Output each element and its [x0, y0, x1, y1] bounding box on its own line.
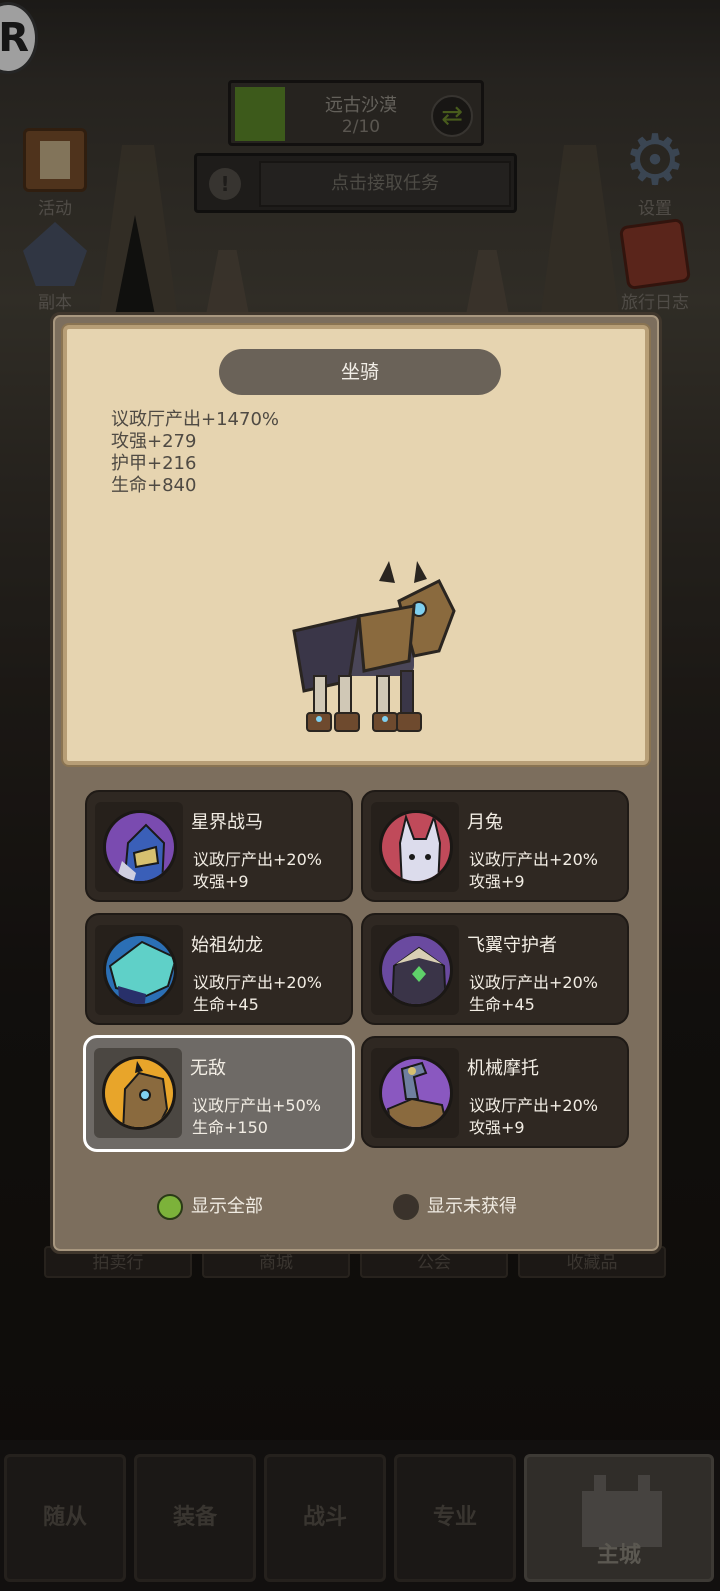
mount-bonus-2: 攻强+9 [193, 872, 249, 891]
mount-bonus-1: 议政厅产出+20% [469, 850, 598, 869]
winged-guardian-icon [382, 936, 450, 1004]
mount-bonus-1: 议政厅产出+20% [193, 973, 322, 992]
mount-avatar-frame [94, 1048, 182, 1138]
mount-name: 飞翼守护者 [467, 935, 557, 956]
mount-card[interactable]: 机械摩托 议政厅产出+20% 攻强+9 [361, 1036, 629, 1148]
moon-rabbit-icon [382, 813, 450, 881]
mount-bonus-2: 生命+150 [192, 1118, 268, 1137]
mount-avatar-frame [371, 802, 459, 892]
mount-card[interactable]: 始祖幼龙 议政厅产出+20% 生命+45 [85, 913, 353, 1025]
filter-label: 显示全部 [191, 1196, 263, 1217]
total-stats: 议政厅产出+1470% 攻强+279 护甲+216 生命+840 [111, 409, 279, 497]
mount-name: 星界战马 [191, 812, 263, 833]
proto-drake-icon [106, 936, 174, 1004]
filter-show-unowned[interactable]: 显示未获得 [393, 1193, 517, 1221]
mount-bonus-2: 生命+45 [193, 995, 259, 1014]
stat-line: 护甲+216 [111, 453, 197, 474]
stat-line: 生命+840 [111, 475, 197, 496]
mount-bonus-1: 议政厅产出+20% [193, 850, 322, 869]
mount-bonus-1: 议政厅产出+20% [469, 1096, 598, 1115]
mount-bonus-1: 议政厅产出+20% [469, 973, 598, 992]
mount-avatar-frame [371, 925, 459, 1015]
mount-bonus-2: 攻强+9 [469, 872, 525, 891]
mount-bonus-2: 生命+45 [469, 995, 535, 1014]
mount-avatar-frame [95, 925, 183, 1015]
mount-avatar [379, 933, 453, 1007]
modal-title: 坐骑 [219, 349, 501, 395]
mount-avatar [379, 810, 453, 884]
mount-bonus-2: 攻强+9 [469, 1118, 525, 1137]
stat-line: 议政厅产出+1470% [111, 409, 279, 430]
mount-avatar-frame [95, 802, 183, 892]
mount-bonus-1: 议政厅产出+50% [192, 1096, 321, 1115]
mount-name: 机械摩托 [467, 1058, 539, 1079]
mount-avatar [379, 1056, 453, 1130]
mount-name: 始祖幼龙 [191, 935, 263, 956]
astral-horse-icon [106, 813, 174, 881]
radio-on-icon [157, 1194, 183, 1220]
mount-modal: 坐骑 议政厅产出+1470% 攻强+279 护甲+216 生命+840 星界战马… [50, 312, 662, 1254]
mechano-hog-icon [382, 1059, 450, 1127]
radio-off-icon [393, 1194, 419, 1220]
mount-name: 无敌 [190, 1058, 226, 1079]
armored-horse-image [292, 561, 456, 732]
mount-card[interactable]: 飞翼守护者 议政厅产出+20% 生命+45 [361, 913, 629, 1025]
mount-name: 月兔 [467, 812, 503, 833]
mount-avatar-frame [371, 1048, 459, 1138]
mount-avatar [103, 810, 177, 884]
mount-card-selected[interactable]: 无敌 议政厅产出+50% 生命+150 [83, 1035, 355, 1152]
invincible-icon [105, 1059, 173, 1127]
mount-preview-panel: 坐骑 议政厅产出+1470% 攻强+279 护甲+216 生命+840 [63, 325, 649, 765]
filter-show-all[interactable]: 显示全部 [157, 1193, 263, 1221]
mount-card[interactable]: 月兔 议政厅产出+20% 攻强+9 [361, 790, 629, 902]
mount-avatar [102, 1056, 176, 1130]
stat-line: 攻强+279 [111, 431, 197, 452]
mount-avatar [103, 933, 177, 1007]
mount-card[interactable]: 星界战马 议政厅产出+20% 攻强+9 [85, 790, 353, 902]
filter-label: 显示未获得 [427, 1196, 517, 1217]
